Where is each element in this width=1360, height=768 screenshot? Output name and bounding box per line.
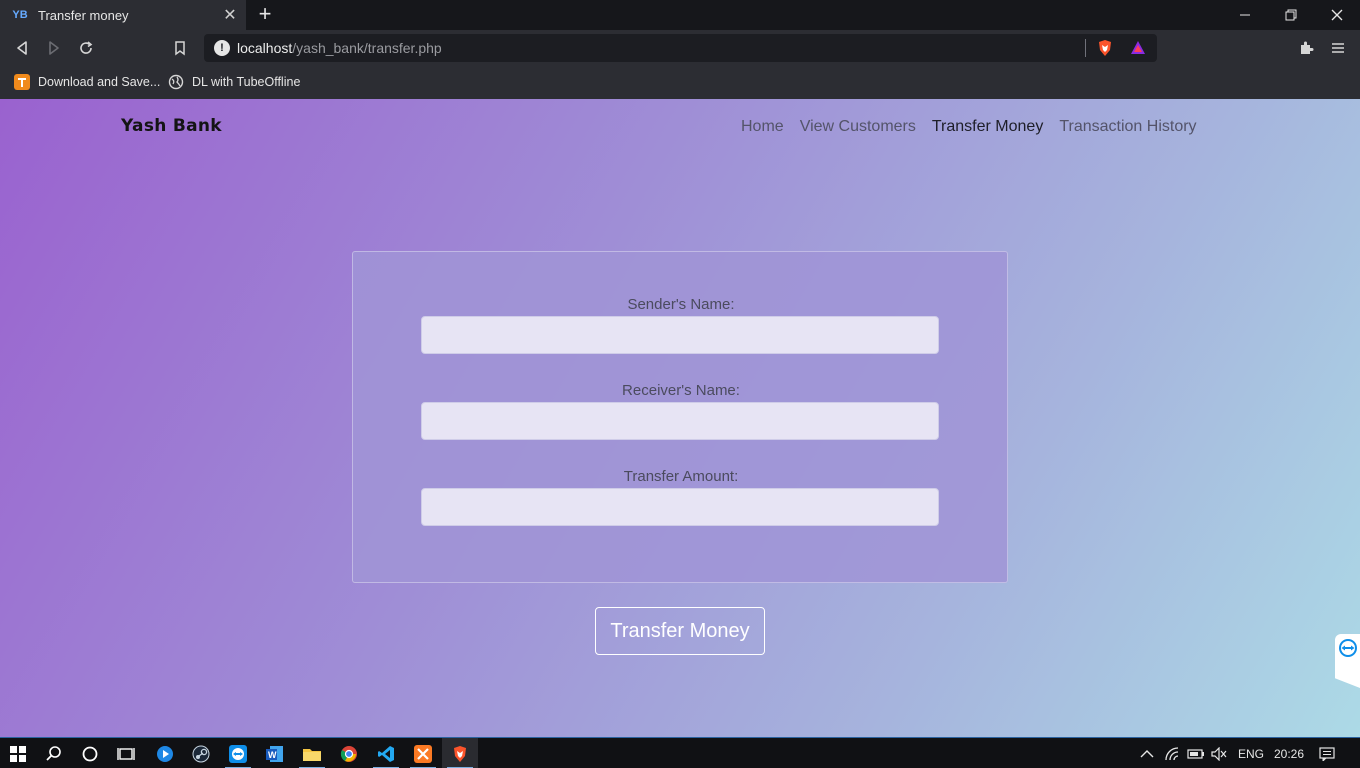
receiver-name-label: Receiver's Name: bbox=[622, 382, 740, 399]
search-icon[interactable] bbox=[36, 738, 72, 768]
clock[interactable]: 20:26 bbox=[1274, 738, 1304, 768]
url-text[interactable]: localhost/yash_bank/transfer.php bbox=[237, 40, 442, 56]
notifications-icon[interactable] bbox=[1319, 738, 1335, 768]
site-favicon-icon: YB bbox=[12, 9, 28, 21]
bookmark-icon[interactable] bbox=[170, 38, 190, 58]
transfer-amount-input[interactable] bbox=[421, 488, 939, 526]
language-indicator[interactable]: ENG bbox=[1238, 738, 1264, 768]
nav-transaction-history[interactable]: Transaction History bbox=[1059, 118, 1196, 136]
brave-rewards-icon[interactable] bbox=[1128, 38, 1148, 58]
file-explorer-icon[interactable] bbox=[294, 738, 330, 768]
nav-transfer-money[interactable]: Transfer Money bbox=[932, 118, 1043, 136]
chrome-icon[interactable] bbox=[331, 738, 367, 768]
sender-name-label: Sender's Name: bbox=[627, 296, 735, 313]
new-tab-plus-icon[interactable]: + bbox=[254, 3, 276, 25]
vscode-icon[interactable] bbox=[368, 738, 404, 768]
address-bar[interactable]: ! localhost/yash_bank/transfer.php bbox=[204, 34, 1157, 62]
svg-text:W: W bbox=[268, 750, 277, 760]
word-icon[interactable]: W bbox=[257, 738, 293, 768]
cortana-icon[interactable] bbox=[72, 738, 108, 768]
tab-title: Transfer money bbox=[38, 7, 129, 23]
transfer-form-card: Sender's Name: Receiver's Name: Transfer… bbox=[352, 251, 1008, 583]
main-nav: Home View Customers Transfer Money Trans… bbox=[741, 118, 1197, 136]
receiver-name-input[interactable] bbox=[421, 402, 939, 440]
sender-name-input[interactable] bbox=[421, 316, 939, 354]
media-player-icon[interactable] bbox=[147, 738, 183, 768]
site-info-icon[interactable]: ! bbox=[214, 40, 230, 56]
nav-home[interactable]: Home bbox=[741, 118, 784, 136]
teamviewer-taskbar-icon[interactable] bbox=[220, 738, 256, 768]
url-separator bbox=[1085, 39, 1086, 57]
restore-icon[interactable] bbox=[1268, 0, 1314, 30]
bookmarks-bar: Download and Save... DL with TubeOffline bbox=[0, 66, 1360, 99]
teamviewer-widget-icon[interactable] bbox=[1335, 634, 1360, 688]
network-icon[interactable] bbox=[1164, 738, 1180, 768]
start-windows-icon[interactable] bbox=[0, 738, 36, 768]
transfer-amount-label: Transfer Amount: bbox=[623, 468, 739, 485]
bookmark-item[interactable]: Download and Save... bbox=[14, 72, 160, 92]
show-hidden-icons-icon[interactable] bbox=[1140, 738, 1154, 768]
reload-icon[interactable] bbox=[76, 38, 96, 58]
minimize-icon[interactable] bbox=[1222, 0, 1268, 30]
tubeoffline-icon bbox=[14, 74, 30, 90]
task-view-icon[interactable] bbox=[108, 738, 144, 768]
bookmark-item[interactable]: DL with TubeOffline bbox=[168, 72, 300, 92]
close-window-icon[interactable] bbox=[1314, 0, 1360, 30]
bookmark-label: DL with TubeOffline bbox=[192, 75, 301, 89]
browser-toolbar: ! localhost/yash_bank/transfer.php bbox=[0, 30, 1360, 66]
browser-tab[interactable]: YB Transfer money ✕ bbox=[0, 0, 246, 30]
battery-icon[interactable] bbox=[1187, 738, 1205, 768]
forward-icon[interactable] bbox=[44, 38, 64, 58]
browser-tab-strip: YB Transfer money ✕ + bbox=[0, 0, 1360, 30]
volume-muted-icon[interactable] bbox=[1211, 738, 1227, 768]
extensions-icon[interactable] bbox=[1296, 38, 1316, 58]
steam-icon[interactable] bbox=[183, 738, 219, 768]
xampp-icon[interactable] bbox=[405, 738, 441, 768]
page-viewport: Yash Bank Home View Customers Transfer M… bbox=[0, 99, 1360, 737]
menu-icon[interactable] bbox=[1328, 38, 1348, 58]
brand-logo[interactable]: Yash Bank bbox=[121, 116, 222, 136]
nav-view-customers[interactable]: View Customers bbox=[800, 118, 916, 136]
brave-taskbar-icon[interactable] bbox=[442, 738, 478, 768]
bookmark-label: Download and Save... bbox=[38, 75, 161, 89]
tab-close-icon[interactable]: ✕ bbox=[222, 5, 238, 25]
transfer-money-button[interactable]: Transfer Money bbox=[595, 607, 765, 655]
windows-taskbar: W ENG 20:26 bbox=[0, 737, 1360, 768]
globe-icon bbox=[168, 74, 184, 90]
back-icon[interactable] bbox=[12, 38, 32, 58]
brave-shields-icon[interactable] bbox=[1095, 38, 1115, 58]
